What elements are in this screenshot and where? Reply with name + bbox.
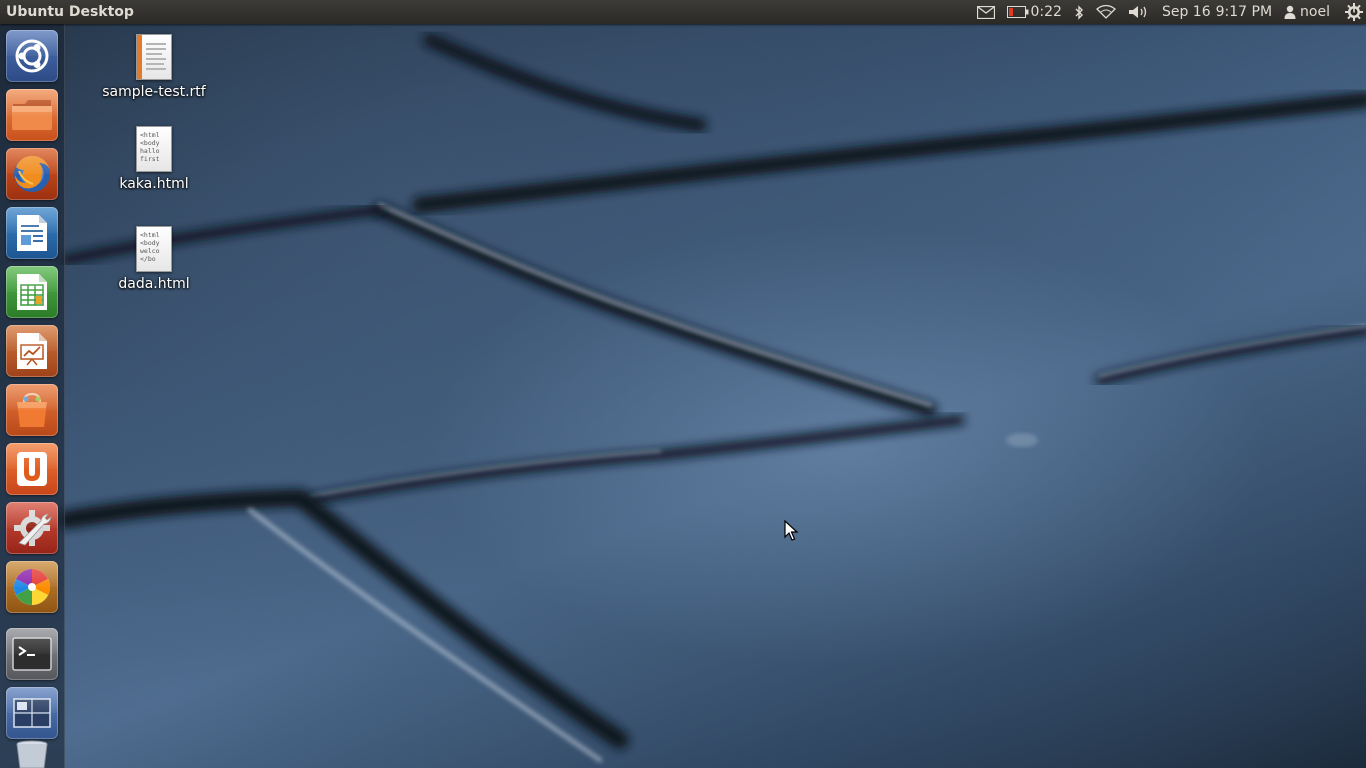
- launcher-trash[interactable]: [14, 740, 50, 768]
- launcher-impress[interactable]: [6, 325, 58, 377]
- launcher-shotwell[interactable]: [6, 561, 58, 613]
- shopping-bag-icon: [17, 392, 47, 427]
- launcher-system-settings[interactable]: [6, 502, 58, 554]
- clock-time: 9:17 PM: [1215, 4, 1273, 20]
- launcher-dash-home[interactable]: [6, 30, 58, 82]
- writer-icon: [17, 215, 47, 251]
- battery-icon: [1006, 6, 1029, 18]
- terminal-icon: [12, 637, 52, 671]
- clock-indicator[interactable]: Sep 16 9:17 PM: [1162, 0, 1284, 24]
- file-preview: <html <body hallo first: [140, 131, 160, 163]
- impress-icon: [17, 333, 47, 369]
- trash-icon: [16, 740, 48, 768]
- ubuntu-one-icon: [17, 452, 47, 486]
- ubuntu-logo-icon: [15, 39, 49, 73]
- desktop-icon-label: sample-test.rtf: [102, 84, 206, 100]
- launcher-workspace-switcher[interactable]: [6, 687, 58, 739]
- desktop-icon-kaka[interactable]: <html <body hallo first kaka.html: [99, 126, 209, 192]
- launcher-software-center[interactable]: [6, 384, 58, 436]
- launcher-firefox[interactable]: [6, 148, 58, 200]
- user-icon: [1284, 5, 1296, 19]
- workspaces-icon: [13, 698, 51, 728]
- settings-wrench-icon: [14, 510, 52, 546]
- power-gear-icon: [1345, 3, 1363, 21]
- launcher-calc[interactable]: [6, 266, 58, 318]
- wifi-icon: [1095, 5, 1116, 19]
- launcher: [0, 24, 65, 768]
- network-indicator[interactable]: [1095, 0, 1128, 24]
- file-preview: <html <body welco </bo: [140, 231, 160, 263]
- mouse-pointer-icon: [784, 520, 798, 541]
- bluetooth-icon: [1075, 4, 1083, 20]
- session-indicator[interactable]: [1342, 0, 1366, 24]
- window-title: Ubuntu Desktop: [6, 4, 134, 20]
- color-wheel-icon: [14, 569, 50, 605]
- folder-icon: [12, 100, 52, 130]
- launcher-terminal[interactable]: [6, 628, 58, 680]
- battery-time: 0:22: [1030, 4, 1062, 20]
- launcher-writer[interactable]: [6, 207, 58, 259]
- rtf-document-icon: [136, 34, 172, 80]
- user-indicator[interactable]: noel: [1284, 0, 1342, 24]
- user-name: noel: [1300, 4, 1330, 20]
- envelope-icon: [976, 5, 995, 19]
- indicator-area: 0:22 Sep 16 9:17 PM noel: [976, 0, 1366, 24]
- battery-indicator[interactable]: 0:22: [1003, 0, 1070, 24]
- wallpaper: [56, 33, 1366, 763]
- desktop[interactable]: Ubuntu Desktop 0:22 Sep 16 9:17 PM noel …: [0, 0, 1366, 768]
- sound-indicator[interactable]: [1128, 0, 1162, 24]
- bluetooth-indicator[interactable]: [1070, 0, 1096, 24]
- top-panel: Ubuntu Desktop 0:22 Sep 16 9:17 PM noel: [0, 0, 1366, 24]
- launcher-files[interactable]: [6, 89, 58, 141]
- launcher-ubuntu-one[interactable]: [6, 443, 58, 495]
- html-document-icon: <html <body welco </bo: [136, 226, 172, 272]
- desktop-icon-label: kaka.html: [119, 176, 189, 192]
- html-document-icon: <html <body hallo first: [136, 126, 172, 172]
- clock-date: Sep 16: [1161, 4, 1211, 20]
- desktop-icon-dada[interactable]: <html <body welco </bo dada.html: [99, 226, 209, 292]
- desktop-icon-label: dada.html: [118, 276, 190, 292]
- desktop-icon-sample-test[interactable]: sample-test.rtf: [99, 34, 209, 100]
- volume-icon: [1128, 6, 1147, 18]
- firefox-icon: [14, 155, 50, 192]
- messaging-indicator[interactable]: [976, 0, 1003, 24]
- calc-icon: [17, 274, 47, 310]
